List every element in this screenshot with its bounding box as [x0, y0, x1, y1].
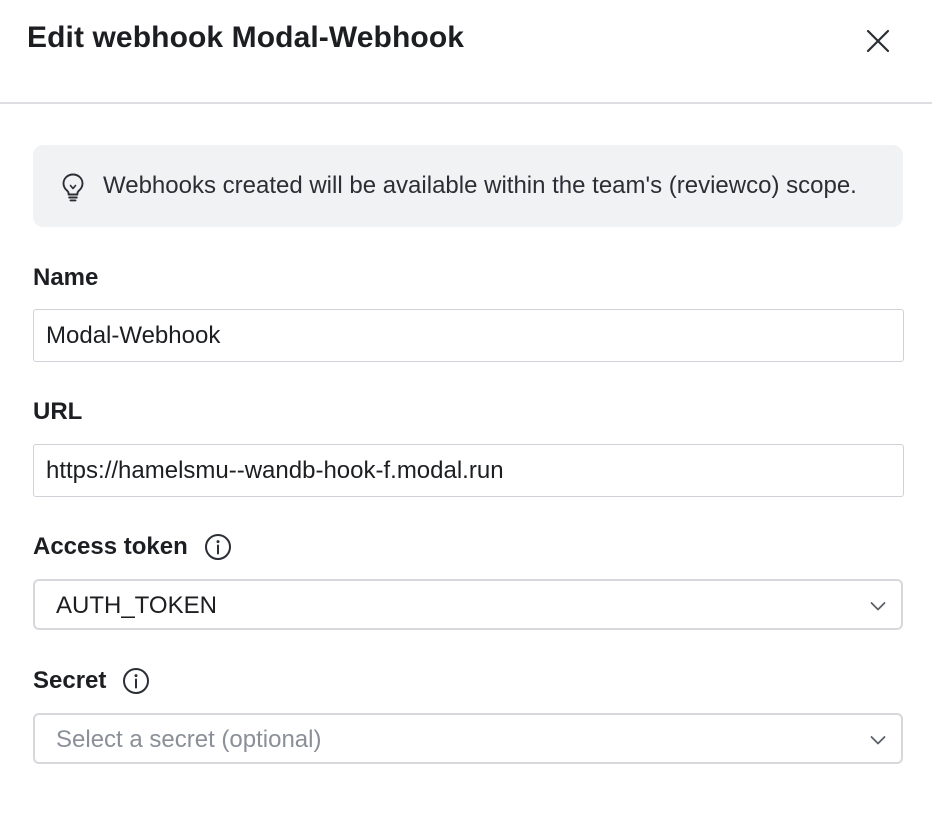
- edit-webhook-modal: Edit webhook Modal-Webhook Webhooks crea…: [0, 0, 932, 828]
- close-button[interactable]: [862, 25, 894, 57]
- access-token-label: Access token: [33, 533, 232, 561]
- url-label-text: URL: [33, 398, 83, 425]
- close-icon: [866, 29, 890, 53]
- chevron-down-icon: [870, 736, 886, 745]
- url-label: URL: [33, 398, 82, 426]
- banner-text: Webhooks created will be available withi…: [103, 172, 857, 199]
- secret-label-text: Secret: [33, 667, 107, 694]
- url-input[interactable]: [33, 444, 904, 497]
- secret-info-button[interactable]: [122, 667, 150, 695]
- info-icon: [123, 668, 150, 694]
- info-icon: [204, 534, 231, 560]
- name-label: Name: [33, 264, 98, 292]
- access-token-label-text: Access token: [33, 533, 188, 560]
- modal-header: Edit webhook Modal-Webhook: [0, 0, 932, 104]
- secret-select[interactable]: Select a secret (optional): [33, 713, 903, 764]
- name-label-text: Name: [33, 264, 99, 291]
- info-banner: Webhooks created will be available withi…: [33, 145, 903, 227]
- modal-title: Edit webhook Modal-Webhook: [27, 21, 465, 54]
- secret-label: Secret: [33, 667, 150, 695]
- lightbulb-icon: [62, 173, 84, 202]
- chevron-down-icon: [870, 602, 886, 611]
- secret-placeholder: Select a secret (optional): [56, 726, 322, 753]
- access-token-selected-value: AUTH_TOKEN: [56, 592, 217, 619]
- access-token-select[interactable]: AUTH_TOKEN: [33, 579, 903, 630]
- name-input[interactable]: [33, 309, 904, 362]
- access-token-info-button[interactable]: [204, 533, 232, 561]
